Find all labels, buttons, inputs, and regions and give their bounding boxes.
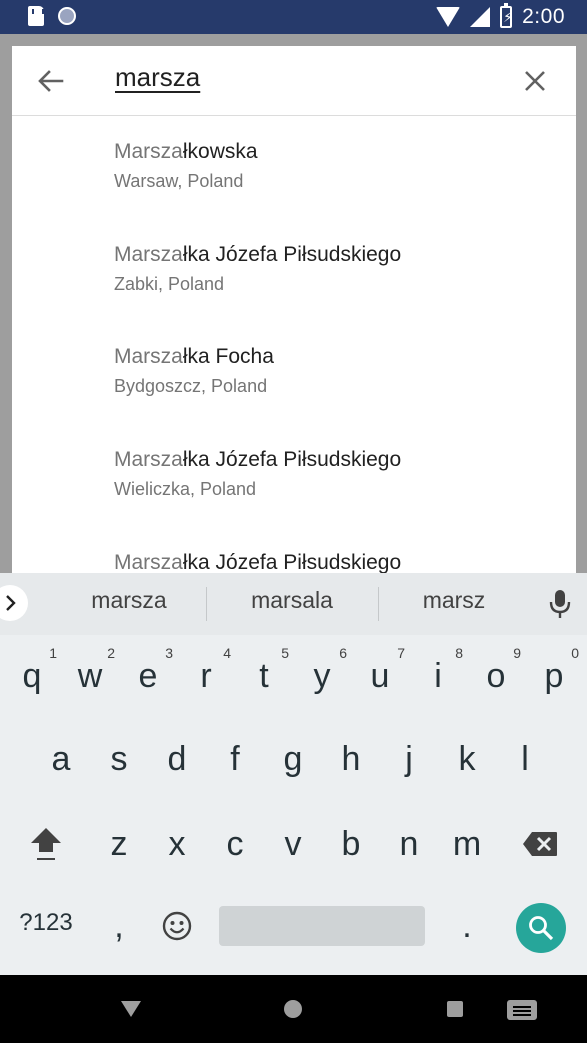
key-d[interactable]: d: [148, 724, 206, 794]
key-e[interactable]: e3: [119, 641, 177, 711]
key-h[interactable]: h: [322, 724, 380, 794]
key-w[interactable]: w2: [61, 641, 119, 711]
result-title: Marszałka Józefa Piłsudskiego: [114, 448, 402, 471]
result-item[interactable]: Marszałkowska Warsaw, Poland: [114, 138, 258, 194]
nav-home-icon[interactable]: [284, 1000, 302, 1018]
key-m[interactable]: m: [438, 809, 496, 879]
result-item[interactable]: Marszałka Józefa Piłsudskiego: [114, 549, 401, 573]
suggestion-1[interactable]: marsza: [54, 587, 204, 614]
mic-icon: [549, 590, 571, 618]
shift-icon: [31, 828, 61, 860]
shift-key[interactable]: [17, 809, 75, 879]
key-a[interactable]: a: [32, 724, 90, 794]
search-input[interactable]: marsza: [115, 62, 200, 93]
backspace-key[interactable]: [511, 809, 569, 879]
clear-button[interactable]: [520, 66, 550, 96]
search-icon: [529, 916, 554, 941]
period-key[interactable]: .: [438, 891, 496, 961]
suggestion-bar: marsza marsala marsz: [0, 573, 587, 635]
comma-key[interactable]: ,: [90, 891, 148, 961]
key-k[interactable]: k: [438, 724, 496, 794]
key-v[interactable]: v: [264, 809, 322, 879]
emoji-key[interactable]: [148, 891, 206, 961]
result-title: Marszałka Józefa Piłsudskiego: [114, 243, 402, 266]
key-o[interactable]: o9: [467, 641, 525, 711]
symbols-key[interactable]: ?123: [6, 909, 86, 945]
key-g[interactable]: g: [264, 724, 322, 794]
search-action-key[interactable]: [516, 903, 566, 953]
status-bar: ⚡ 2:00: [0, 0, 587, 34]
search-panel: marsza Marszałkowska Warsaw, Poland Mars…: [12, 46, 576, 573]
signal-icon: [470, 7, 491, 27]
key-r[interactable]: r4: [177, 641, 235, 711]
suggestion-3[interactable]: marsz: [379, 587, 529, 614]
key-n[interactable]: n: [380, 809, 438, 879]
result-subtitle: Bydgoszcz, Poland: [114, 376, 268, 396]
navigation-bar: [0, 975, 587, 1043]
arrow-left-icon: [38, 70, 64, 92]
result-title: Marszałkowska: [114, 140, 258, 163]
key-b[interactable]: b: [322, 809, 380, 879]
key-j[interactable]: j: [380, 724, 438, 794]
search-header: marsza: [12, 46, 576, 116]
result-item[interactable]: Marszałka Józefa Piłsudskiego Zabki, Pol…: [114, 241, 401, 297]
key-c[interactable]: c: [206, 809, 264, 879]
sd-card-icon: [28, 6, 44, 26]
space-key[interactable]: [219, 906, 425, 946]
voice-input-button[interactable]: [547, 587, 573, 621]
backspace-icon: [523, 832, 557, 856]
chevron-right-icon: [6, 595, 16, 611]
result-title: Marszałka Józefa Piłsudskiego: [114, 551, 402, 573]
key-y[interactable]: y6: [293, 641, 351, 711]
key-f[interactable]: f: [206, 724, 264, 794]
key-q[interactable]: q1: [3, 641, 61, 711]
result-title: Marszałka Focha: [114, 345, 274, 368]
wifi-icon: [436, 7, 461, 27]
emoji-icon: [162, 911, 192, 941]
key-t[interactable]: t5: [235, 641, 293, 711]
keyboard-switch-icon[interactable]: [507, 1000, 537, 1020]
result-item[interactable]: Marszałka Focha Bydgoszcz, Poland: [114, 343, 274, 399]
key-z[interactable]: z: [90, 809, 148, 879]
result-subtitle: Zabki, Poland: [114, 274, 225, 294]
close-icon: [525, 71, 545, 91]
suggestion-2[interactable]: marsala: [217, 587, 367, 614]
back-button[interactable]: [36, 66, 66, 96]
key-x[interactable]: x: [148, 809, 206, 879]
soft-keyboard: marsza marsala marsz q1 w2 e3 r4 t5 y6 u…: [0, 573, 587, 975]
nav-recents-icon[interactable]: [447, 1001, 463, 1017]
key-u[interactable]: u7: [351, 641, 409, 711]
key-l[interactable]: l: [496, 724, 554, 794]
key-p[interactable]: p0: [525, 641, 583, 711]
status-time: 2:00: [522, 5, 565, 28]
battery-charging-icon: ⚡: [500, 3, 513, 28]
result-subtitle: Warsaw, Poland: [114, 171, 244, 191]
suggestion-divider: [206, 587, 207, 621]
key-s[interactable]: s: [90, 724, 148, 794]
result-subtitle: Wieliczka, Poland: [114, 479, 257, 499]
moon-icon: [58, 7, 76, 25]
nav-back-icon[interactable]: [121, 1001, 141, 1017]
key-i[interactable]: i8: [409, 641, 467, 711]
expand-suggestions-button[interactable]: [0, 585, 28, 621]
result-item[interactable]: Marszałka Józefa Piłsudskiego Wieliczka,…: [114, 446, 401, 502]
